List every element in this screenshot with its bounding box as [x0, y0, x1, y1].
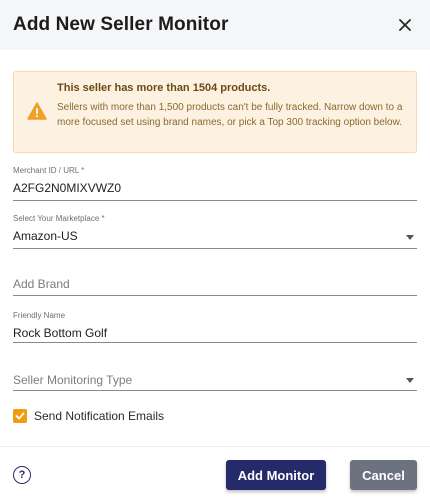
merchant-id-input[interactable]: A2FG2N0MIXVWZ0 [13, 181, 417, 195]
marketplace-label: Select Your Marketplace * [13, 214, 105, 223]
friendly-name-field[interactable]: Friendly Name Rock Bottom Golf [13, 311, 417, 347]
checkmark-icon [15, 412, 25, 420]
chevron-down-icon [406, 235, 414, 240]
footer-divider [0, 446, 430, 447]
merchant-id-label: Merchant ID / URL * [13, 166, 85, 175]
help-button[interactable]: ? [13, 466, 31, 484]
warning-icon [27, 102, 47, 120]
close-button[interactable] [394, 14, 416, 36]
alert-title: This seller has more than 1504 products. [57, 82, 271, 94]
marketplace-value: Amazon-US [13, 229, 78, 243]
friendly-name-underline [13, 342, 417, 343]
merchant-id-underline [13, 200, 417, 201]
monitoring-type-placeholder: Seller Monitoring Type [13, 373, 133, 387]
alert-message: Sellers with more than 1,500 products ca… [57, 102, 403, 128]
merchant-id-field[interactable]: Merchant ID / URL * A2FG2N0MIXVWZ0 [13, 166, 417, 202]
marketplace-underline [13, 248, 417, 249]
notification-emails-label: Send Notification Emails [34, 409, 165, 423]
monitoring-type-underline [13, 390, 417, 391]
friendly-name-input[interactable]: Rock Bottom Golf [13, 326, 417, 340]
brand-input[interactable]: Add Brand [13, 277, 417, 297]
close-icon [399, 19, 411, 31]
chevron-down-icon [406, 378, 414, 383]
notification-emails-toggle[interactable]: Send Notification Emails [13, 409, 164, 423]
add-seller-monitor-dialog: Add New Seller Monitor This seller has m… [0, 0, 430, 504]
dialog-header: Add New Seller Monitor [0, 0, 430, 50]
friendly-name-label: Friendly Name [13, 311, 66, 320]
add-monitor-button[interactable]: Add Monitor [226, 460, 326, 490]
question-circle-icon: ? [18, 469, 26, 481]
marketplace-select[interactable]: Select Your Marketplace * Amazon-US [13, 214, 417, 250]
notification-emails-checkbox[interactable] [13, 409, 27, 423]
product-limit-alert: This seller has more than 1504 products.… [13, 71, 417, 153]
cancel-button[interactable]: Cancel [350, 460, 417, 490]
dialog-title: Add New Seller Monitor [13, 14, 229, 35]
monitoring-type-select[interactable]: Seller Monitoring Type [13, 373, 417, 393]
brand-underline [13, 295, 417, 296]
brand-placeholder: Add Brand [13, 277, 70, 291]
